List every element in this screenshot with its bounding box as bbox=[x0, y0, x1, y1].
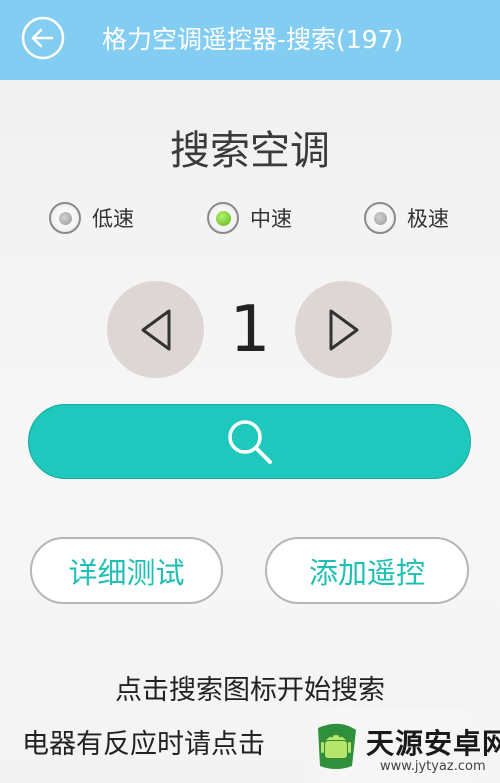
radio-dot-icon bbox=[58, 211, 72, 225]
search-button[interactable] bbox=[28, 404, 471, 479]
hint-text-1: 点击搜索图标开始搜索 bbox=[115, 675, 385, 706]
watermark-name: 天源安卓网 bbox=[366, 727, 500, 760]
speed-label-max: 极速 bbox=[407, 207, 449, 231]
next-button[interactable] bbox=[295, 281, 392, 378]
previous-button[interactable] bbox=[107, 281, 204, 378]
radio-dot-icon bbox=[373, 211, 387, 225]
search-heading: 搜索空调 bbox=[170, 128, 330, 174]
radio-max[interactable] bbox=[364, 202, 396, 234]
title-bar: 格力空调遥控器-搜索(197) bbox=[0, 0, 500, 80]
radio-low[interactable] bbox=[49, 202, 81, 234]
triangle-left-icon bbox=[141, 309, 170, 350]
speed-label-medium: 中速 bbox=[250, 207, 292, 231]
watermark: 天源安卓网 www.jytyaz.com bbox=[300, 708, 500, 783]
radio-dot-selected-icon bbox=[215, 210, 231, 226]
page-title: 格力空调遥控器-搜索(197) bbox=[102, 25, 404, 54]
speed-option-low[interactable]: 低速 bbox=[49, 196, 134, 240]
search-icon bbox=[227, 419, 272, 464]
channel-number: 1 bbox=[229, 293, 271, 367]
watermark-url: www.jytyaz.com bbox=[380, 759, 486, 774]
add-remote-button[interactable]: 添加遥控 bbox=[265, 537, 469, 604]
speed-option-max[interactable]: 极速 bbox=[364, 196, 449, 240]
triangle-right-icon bbox=[329, 309, 358, 350]
back-arrow-icon[interactable] bbox=[21, 16, 65, 60]
detail-test-button[interactable]: 详细测试 bbox=[30, 537, 223, 604]
hint-text-2: 电器有反应时请点击 bbox=[22, 729, 265, 760]
speed-label-low: 低速 bbox=[92, 207, 134, 231]
android-logo-icon bbox=[318, 723, 356, 769]
radio-medium[interactable] bbox=[207, 202, 239, 234]
speed-option-medium[interactable]: 中速 bbox=[207, 196, 292, 240]
